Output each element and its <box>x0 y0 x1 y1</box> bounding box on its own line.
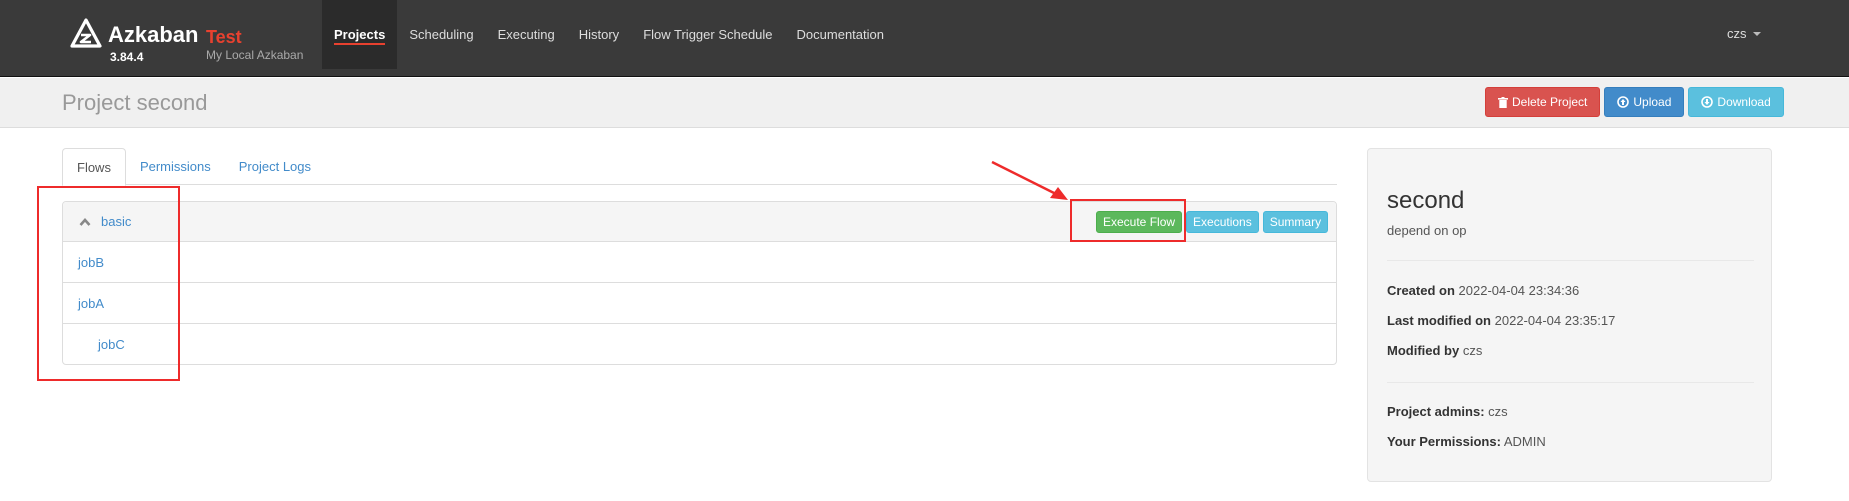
main-nav: Projects Scheduling Executing History Fl… <box>322 0 896 76</box>
page-header: Project second Delete Project Upload Dow… <box>0 78 1849 128</box>
tab-flows[interactable]: Flows <box>62 148 126 186</box>
annotation-arrow-icon <box>991 160 1068 200</box>
your-permissions-label: Your Permissions: <box>1387 434 1501 449</box>
job-row-jobc[interactable]: jobC <box>63 324 1336 365</box>
modified-by-line: Modified by czs <box>1387 343 1482 358</box>
brand-version: 3.84.4 <box>110 50 144 64</box>
azkaban-logo-icon <box>70 18 102 48</box>
your-permissions-line: Your Permissions: ADMIN <box>1387 434 1546 449</box>
nav-item-flow-trigger-schedule[interactable]: Flow Trigger Schedule <box>631 0 784 69</box>
user-name: czs <box>1727 26 1747 41</box>
project-info-panel: second depend on op Created on 2022-04-0… <box>1367 148 1772 482</box>
modified-by-value: czs <box>1462 343 1483 358</box>
caret-down-icon <box>1752 31 1761 36</box>
trash-icon <box>1498 96 1508 108</box>
last-modified-label: Last modified on <box>1387 313 1491 328</box>
nav-item-executing[interactable]: Executing <box>486 0 567 69</box>
upload-label: Upload <box>1633 95 1672 109</box>
nav-item-scheduling[interactable]: Scheduling <box>397 0 485 69</box>
job-row-joba[interactable]: jobA <box>63 283 1336 324</box>
tab-project-logs[interactable]: Project Logs <box>225 148 325 185</box>
nav-item-history[interactable]: History <box>567 0 631 69</box>
executions-button[interactable]: Executions <box>1186 211 1259 233</box>
project-admins-value: czs <box>1488 404 1508 419</box>
page-title: Project second <box>62 90 208 115</box>
annotation-box-execute-flow <box>1070 199 1186 242</box>
your-permissions-value: ADMIN <box>1503 434 1546 449</box>
top-navbar: Azkaban Test 3.84.4 My Local Azkaban Pro… <box>0 0 1849 77</box>
brand-env-label: Test <box>206 27 242 47</box>
last-modified-value: 2022-04-04 23:35:17 <box>1494 313 1616 328</box>
created-on-label: Created on <box>1387 283 1455 298</box>
brand-subtitle: My Local Azkaban <box>206 48 304 62</box>
nav-item-documentation[interactable]: Documentation <box>785 0 896 69</box>
modified-by-label: Modified by <box>1387 343 1460 358</box>
header-buttons: Delete Project Upload Download <box>1485 87 1784 117</box>
download-button[interactable]: Download <box>1688 87 1784 117</box>
upload-button[interactable]: Upload <box>1604 87 1685 117</box>
created-on-line: Created on 2022-04-04 23:34:36 <box>1387 283 1579 298</box>
delete-project-label: Delete Project <box>1512 95 1588 109</box>
project-name: second <box>1387 187 1465 214</box>
project-tabs: Flows Permissions Project Logs <box>62 148 1337 186</box>
last-modified-line: Last modified on 2022-04-04 23:35:17 <box>1387 313 1615 328</box>
upload-circle-icon <box>1617 96 1630 108</box>
nav-item-projects[interactable]: Projects <box>322 0 398 69</box>
project-admins-label: Project admins: <box>1387 404 1485 419</box>
summary-button[interactable]: Summary <box>1262 211 1329 233</box>
project-description: depend on op <box>1387 223 1467 238</box>
project-admins-line: Project admins: czs <box>1387 404 1508 419</box>
sidebar-divider <box>1387 260 1754 261</box>
tab-permissions[interactable]: Permissions <box>126 148 225 185</box>
created-on-value: 2022-04-04 23:34:36 <box>1458 283 1580 298</box>
delete-project-button[interactable]: Delete Project <box>1485 87 1601 117</box>
download-circle-icon <box>1701 96 1714 108</box>
user-menu[interactable]: czs <box>1727 26 1761 41</box>
brand-name: Azkaban <box>108 22 199 47</box>
annotation-box-flow-list <box>37 186 180 381</box>
download-label: Download <box>1717 95 1771 109</box>
job-row-jobb[interactable]: jobB <box>63 242 1336 283</box>
sidebar-divider <box>1387 382 1754 383</box>
